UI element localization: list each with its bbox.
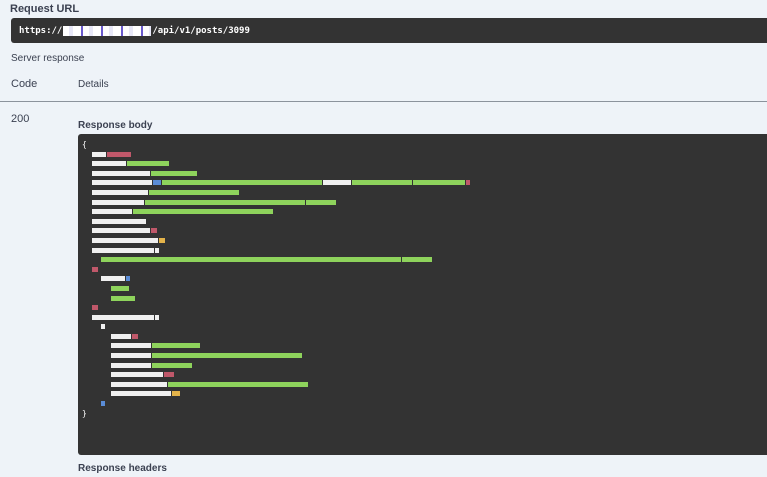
response-headers-label: Response headers	[78, 463, 167, 474]
request-url-path: /api/v1/posts/3099	[152, 25, 250, 36]
column-header-details: Details	[78, 79, 109, 90]
table-header-divider	[0, 101, 767, 102]
response-body-json: { }	[78, 134, 767, 424]
response-body-panel[interactable]: { }	[78, 134, 767, 455]
request-url-prefix: https://	[19, 25, 63, 36]
request-url-field[interactable]: https:// /api/v1/posts/3099	[11, 18, 767, 43]
response-status-code: 200	[11, 113, 30, 125]
server-response-label: Server response	[11, 53, 85, 64]
response-body-label: Response body	[78, 120, 153, 131]
redacted-host	[63, 25, 152, 36]
json-close-brace: }	[82, 408, 87, 418]
column-header-code: Code	[11, 78, 38, 90]
request-url-label: Request URL	[10, 3, 80, 15]
json-open-brace: {	[82, 140, 87, 149]
